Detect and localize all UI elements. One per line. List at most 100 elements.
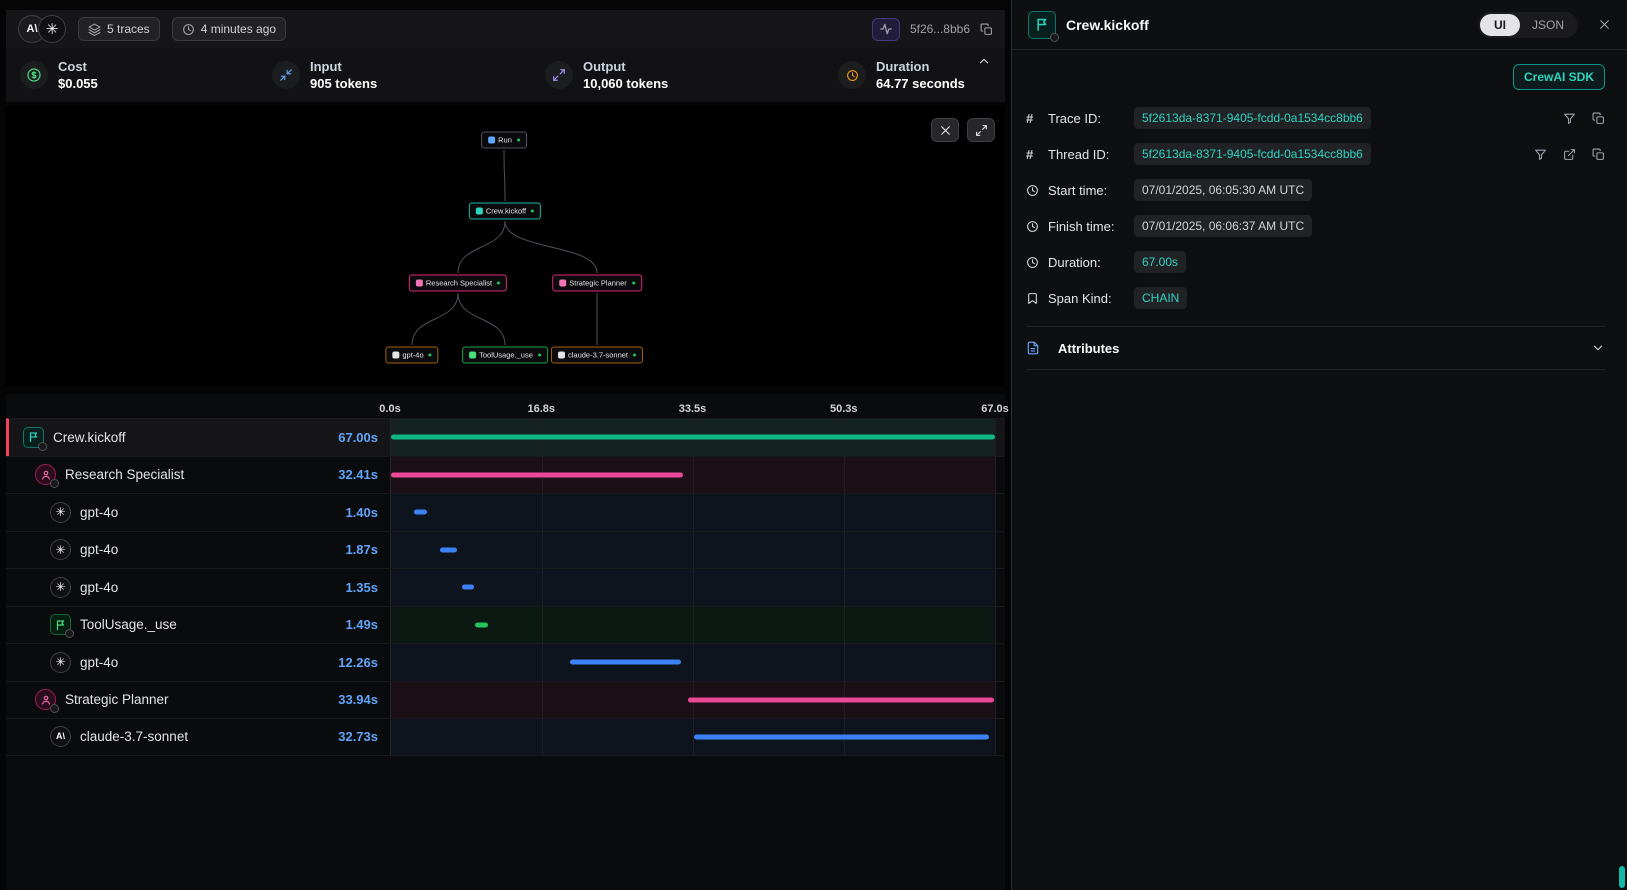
layers-icon [88,23,101,36]
field-value[interactable]: 5f2613da-8371-9405-fcdd-0a1534cc8bb6 [1134,143,1371,165]
timeline-row-track[interactable] [390,569,995,606]
gridline [995,719,996,755]
timeline-row[interactable]: Research Specialist32.41s [6,456,1005,494]
timeline-row[interactable]: Strategic Planner33.94s [6,681,1005,719]
field-value[interactable]: 07/01/2025, 06:05:30 AM UTC [1134,179,1312,201]
span-bar[interactable] [391,472,683,477]
trace-graph[interactable]: Run Crew.kickoff Research Specialist Strate… [6,106,1005,386]
gridline [995,644,996,681]
timeline-row-label: Crew.kickoff67.00s [9,419,390,456]
openai-icon: ✳ [50,577,71,598]
timeline-row-track[interactable] [390,494,995,531]
gridline [844,569,845,606]
graph-expand-button[interactable] [967,118,995,142]
scrollbar-thumb[interactable] [1619,866,1625,888]
filter-icon[interactable] [1534,148,1547,161]
attributes-section[interactable]: Attributes [1026,326,1605,370]
graph-node-claude[interactable]: claude-3.7-sonnet [551,347,643,364]
stat-output: Output10,060 tokens [545,59,838,91]
stat-label: Duration [876,59,965,75]
timeline-row-track[interactable] [390,532,995,569]
toggle-ui[interactable]: UI [1480,14,1520,36]
timeline-row-track[interactable] [390,682,995,719]
clock-icon [182,23,195,36]
gridline [542,644,543,681]
stats-row: Cost$0.055Input905 tokensOutput10,060 to… [6,48,1005,102]
stat-label: Cost [58,59,98,75]
gridline [693,532,694,569]
timeline-row[interactable]: ✳gpt-4o1.35s [6,568,1005,606]
timeline-row-track[interactable] [390,607,995,644]
span-bar[interactable] [440,547,457,552]
toggle-json[interactable]: JSON [1520,14,1576,36]
openai-icon-glyph: ✳ [50,577,71,598]
timeline-row[interactable]: ✳gpt-4o1.40s [6,493,1005,531]
field-label: Duration: [1048,255,1134,270]
span-bar[interactable] [694,734,989,739]
timeline-row[interactable]: Crew.kickoff67.00s [6,418,1005,456]
collapse-stats-button[interactable] [977,54,991,68]
stat-value: 905 tokens [310,76,377,92]
activity-button[interactable] [872,18,900,41]
timeline-row[interactable]: ✳gpt-4o1.87s [6,531,1005,569]
copy-trace-id-button[interactable] [980,23,993,36]
timeline-row-track[interactable] [390,644,995,681]
traces-count-badge[interactable]: 5 traces [78,17,160,41]
gridline [995,682,996,719]
status-dot [538,354,541,357]
clock-icon [1026,220,1048,233]
graph-node-run[interactable]: Run [481,132,527,149]
span-bar[interactable] [462,585,474,590]
external-link-icon[interactable] [1563,148,1576,161]
sdk-row: CrewAI SDK [1026,64,1605,90]
field-value[interactable]: CHAIN [1134,287,1187,309]
hash-icon: # [1026,111,1048,126]
timeline-row[interactable]: A\claude-3.7-sonnet32.73s [6,718,1005,756]
node-icon [392,352,399,359]
panel-close-button[interactable] [1598,18,1611,31]
graph-node-crew[interactable]: Crew.kickoff [469,203,541,220]
detail-field-row: Span Kind:CHAIN [1026,280,1605,316]
axis-tick: 67.0s [981,403,1009,415]
integration-badge [65,629,74,638]
timeline-row-track[interactable] [390,419,995,456]
graph-node-research[interactable]: Research Specialist [409,275,507,292]
span-name: Strategic Planner [65,692,169,707]
stat-label: Output [583,59,668,75]
anthropic-icon-glyph: A\ [50,726,71,747]
timeline-row-label: Strategic Planner33.94s [6,682,390,719]
axis-tick: 16.8s [527,403,555,415]
panel-header: Crew.kickoff UI JSON [1012,0,1627,50]
span-bar[interactable] [414,510,427,515]
detail-panel: Crew.kickoff UI JSON CrewAI SDK #Trace I… [1011,0,1627,890]
field-value[interactable]: 07/01/2025, 06:06:37 AM UTC [1134,215,1312,237]
filter-icon[interactable] [1563,112,1576,125]
timeline-row-track[interactable] [390,457,995,494]
clock-icon [1026,184,1048,197]
copy-icon[interactable] [1592,148,1605,161]
field-actions [1563,112,1605,125]
copy-icon[interactable] [1592,112,1605,125]
graph-tools [931,118,995,142]
span-bar[interactable] [570,660,681,665]
span-bar[interactable] [475,622,488,627]
span-bar[interactable] [688,697,994,702]
field-value[interactable]: 5f2613da-8371-9405-fcdd-0a1534cc8bb6 [1134,107,1371,129]
field-value[interactable]: 67.00s [1134,251,1186,273]
graph-close-button[interactable] [931,118,959,142]
timeline-row[interactable]: ✳gpt-4o12.26s [6,643,1005,681]
graph-node-tool[interactable]: ToolUsage._use [462,347,548,364]
graph-node-gpt[interactable]: gpt-4o [385,347,438,364]
timeline-row-label: Research Specialist32.41s [6,457,390,494]
panel-fields: #Trace ID:5f2613da-8371-9405-fcdd-0a1534… [1026,100,1605,316]
traces-count-label: 5 traces [107,22,150,36]
span-bar[interactable] [391,435,995,440]
timeline-row-track[interactable] [390,719,995,755]
graph-node-strategic[interactable]: Strategic Planner [552,275,642,292]
status-dot [517,139,520,142]
node-icon [558,352,565,359]
detail-field-row: Start time:07/01/2025, 06:05:30 AM UTC [1026,172,1605,208]
time-ago-badge[interactable]: 4 minutes ago [172,17,286,41]
field-label: Start time: [1048,183,1134,198]
timeline-row[interactable]: ToolUsage._use1.49s [6,606,1005,644]
